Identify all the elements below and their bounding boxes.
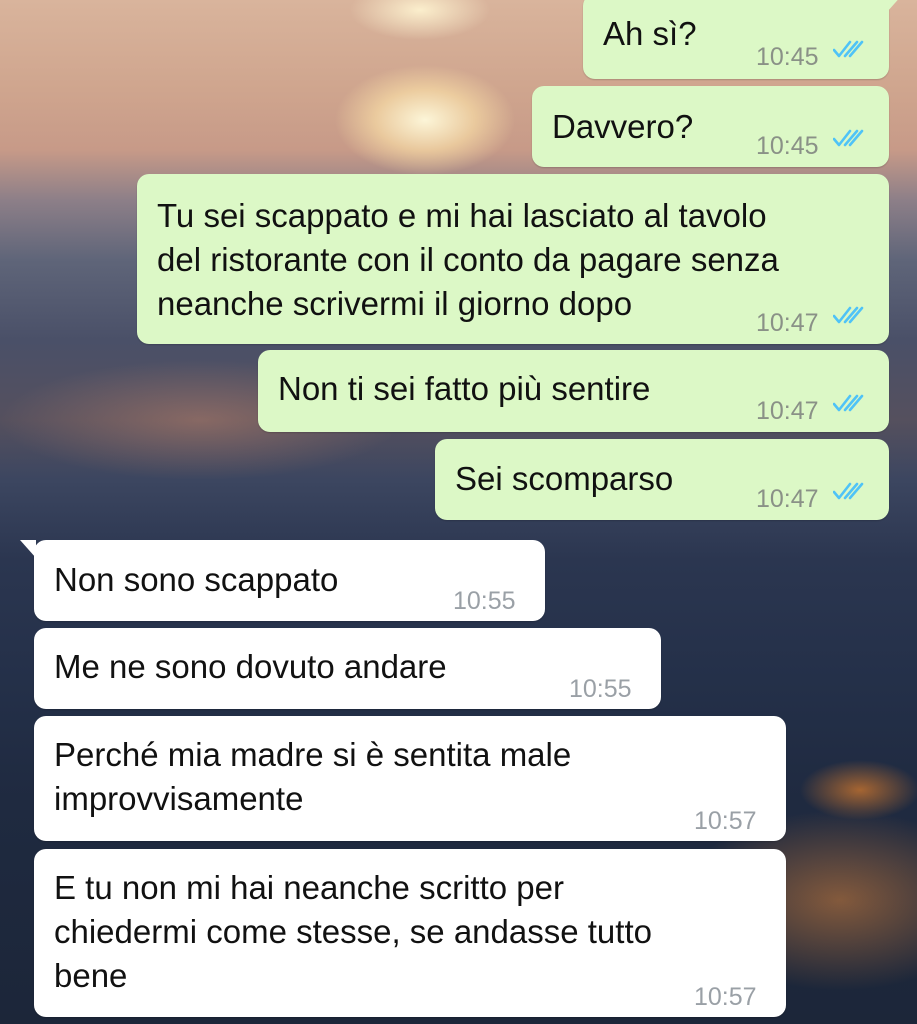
message-bubble-incoming[interactable]: Non sono scappato 10:55: [20, 540, 545, 621]
message-text-line: Tu sei scappato e mi hai lasciato al tav…: [157, 197, 767, 234]
double-check-icon: [833, 394, 864, 412]
message-text-line: bene: [54, 957, 128, 994]
message-text-line: chiedermi come stesse, se andasse tutto: [54, 913, 652, 950]
message-text-line: neanche scrivermi il giorno dopo: [157, 285, 633, 322]
message-bubble-outgoing[interactable]: Tu sei scappato e mi hai lasciato al tav…: [137, 174, 889, 344]
double-check-icon: [833, 129, 864, 147]
message-text: Sei scomparso: [455, 460, 674, 497]
message-bubble-outgoing[interactable]: Davvero? 10:45: [532, 86, 889, 167]
message-text-line: Perché mia madre si è sentita male: [54, 736, 572, 773]
message-bubble-outgoing[interactable]: Sei scomparso 10:47: [435, 439, 889, 520]
message-bubble-incoming[interactable]: Perché mia madre si è sentita male impro…: [34, 716, 786, 841]
double-check-icon: [833, 40, 864, 58]
message-bubble-outgoing[interactable]: Non ti sei fatto più sentire 10:47: [258, 350, 889, 432]
message-text: Me ne sono dovuto andare: [54, 648, 447, 685]
message-time: 10:47: [756, 485, 819, 513]
message-bubble-incoming[interactable]: E tu non mi hai neanche scritto per chie…: [34, 849, 786, 1017]
message-time: 10:45: [756, 132, 819, 160]
message-time: 10:57: [694, 983, 757, 1011]
message-text: Ah sì?: [603, 15, 697, 52]
message-bubble-incoming[interactable]: Me ne sono dovuto andare 10:55: [34, 628, 661, 709]
double-check-icon: [833, 306, 864, 324]
message-text: Davvero?: [552, 108, 694, 145]
message-time: 10:57: [694, 807, 757, 835]
message-bubble-outgoing[interactable]: Ah sì? 10:45: [583, 0, 903, 79]
message-text: Non ti sei fatto più sentire: [278, 370, 651, 407]
message-time: 10:47: [756, 397, 819, 425]
message-time: 10:55: [453, 587, 516, 615]
bubble-tail: [887, 0, 903, 12]
message-time: 10:45: [756, 43, 819, 71]
message-time: 10:47: [756, 309, 819, 337]
message-text-line: improvvisamente: [54, 780, 304, 817]
bubble-tail: [20, 540, 36, 558]
double-check-icon: [833, 482, 864, 500]
message-time: 10:55: [569, 675, 632, 703]
message-text-line: del ristorante con il conto da pagare se…: [157, 241, 779, 278]
message-text-line: E tu non mi hai neanche scritto per: [54, 869, 564, 906]
message-text: Non sono scappato: [54, 561, 339, 598]
